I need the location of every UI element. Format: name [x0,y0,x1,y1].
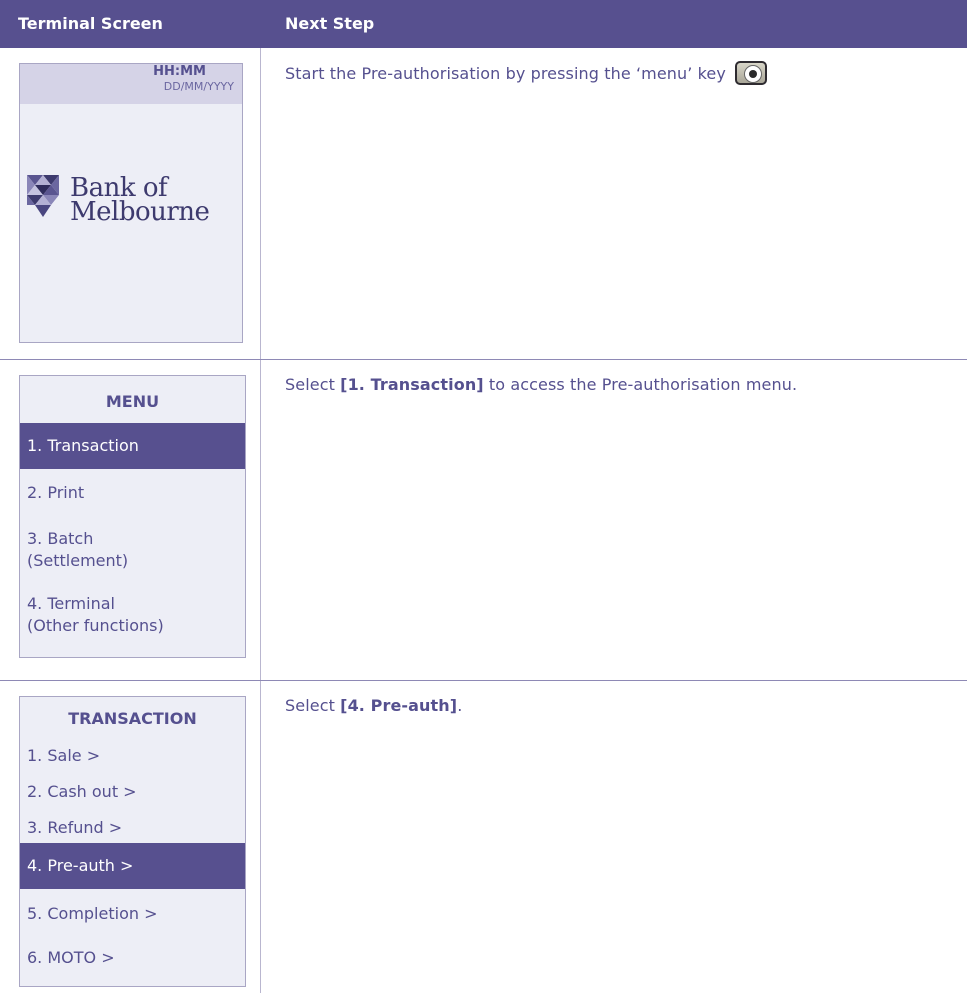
menu-item-pre-auth[interactable]: 4. Pre-auth > [20,843,245,889]
step-2-text-before: Select [285,375,341,394]
menu-item-batch-sub: (Settlement) [27,551,129,570]
menu-item-print[interactable]: 2. Print [20,482,245,503]
header-next-step: Next Step [285,14,375,33]
table-header: Terminal Screen Next Step [0,0,967,48]
header-terminal-screen: Terminal Screen [18,14,163,33]
menu-item-refund[interactable]: 3. Refund > [20,817,245,838]
date-placeholder: DD/MM/YYYY [163,80,234,93]
bank-logo: Bank of Melbourne [27,175,242,235]
menu-key-icon [735,60,768,85]
time-placeholder: HH:MM [153,64,206,79]
screen-title: TRANSACTION [68,709,197,728]
row-divider-1 [0,359,967,360]
menu-item-terminal[interactable]: 4. Terminal [20,593,245,614]
logo-text-line2: Melbourne [70,197,210,227]
row-divider-2 [0,680,967,681]
step-2-instruction: Select [1. Transaction] to access the Pr… [285,375,797,394]
terminal-home-screen: HH:MM DD/MM/YYYY Bank of Melbourne [19,63,243,343]
terminal-menu-screen: MENU 1. Transaction 2. Print 3. Batch (S… [19,375,246,658]
menu-item-batch[interactable]: 3. Batch [20,528,245,549]
screen-title: MENU [105,392,160,411]
menu-item-sale[interactable]: 1. Sale > [20,745,245,766]
step-1-text: Start the Pre-authorisation by pressing … [285,64,726,83]
step-2-text-after: to access the Pre-authorisation menu. [483,375,798,394]
bank-logo-mark-icon [27,175,59,217]
step-3-instruction: Select [4. Pre-auth]. [285,696,462,715]
step-3-text-after: . [457,696,463,715]
terminal-transaction-screen: TRANSACTION 1. Sale > 2. Cash out > 3. R… [19,696,246,987]
menu-item-terminal-sub: (Other functions) [27,616,164,635]
step-1-instruction: Start the Pre-authorisation by pressing … [285,60,768,85]
menu-item-completion[interactable]: 5. Completion > [20,903,245,924]
menu-item-moto[interactable]: 6. MOTO > [20,947,245,968]
menu-item-cash-out[interactable]: 2. Cash out > [20,781,245,802]
step-3-key-label: [4. Pre-auth] [340,696,458,715]
status-bar: HH:MM DD/MM/YYYY [20,64,242,104]
column-divider [260,48,261,993]
step-3-text-before: Select [285,696,341,715]
step-2-key-label: [1. Transaction] [340,375,484,394]
menu-item-transaction[interactable]: 1. Transaction [20,423,245,469]
